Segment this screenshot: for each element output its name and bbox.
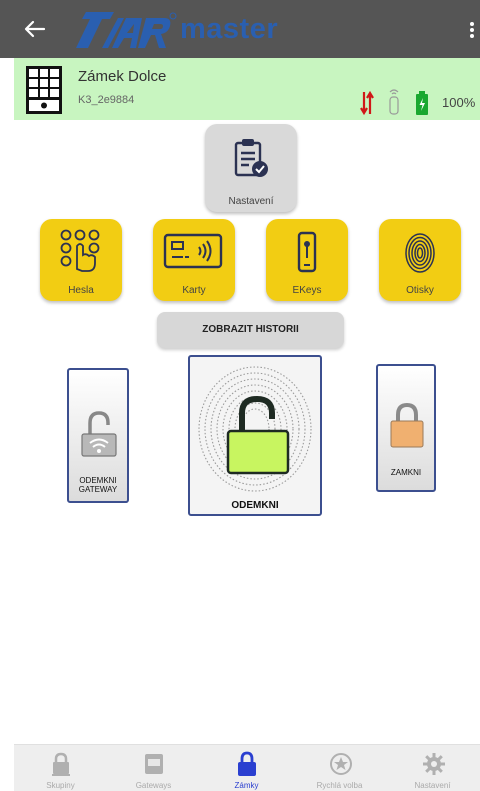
- nav-settings[interactable]: Nastavení: [386, 745, 479, 791]
- ekey-icon: [297, 231, 317, 273]
- app-logo-text: master: [180, 13, 279, 45]
- nav-quick-select-label: Rychlá volba: [316, 781, 363, 790]
- padlock-icon: [390, 402, 424, 448]
- lock-status-bar[interactable]: Zámek Dolce K3_2e9884 100%: [14, 58, 480, 120]
- nav-locks[interactable]: Zámky: [200, 745, 293, 791]
- lock-name: Zámek Dolce: [78, 68, 167, 85]
- signal-arrows-icon: [360, 90, 374, 116]
- gateway-icon: [145, 754, 163, 774]
- nav-groups[interactable]: Skupiny: [14, 745, 107, 791]
- nav-quick-select[interactable]: Rychlá volba: [293, 745, 386, 791]
- wifi-padlock-icon: [81, 411, 117, 457]
- fingerprints-tile[interactable]: Otisky: [379, 219, 461, 301]
- passwords-tile[interactable]: Hesla: [40, 219, 122, 301]
- gear-icon: [423, 753, 445, 775]
- more-vert-icon[interactable]: [458, 14, 478, 44]
- cards-tile[interactable]: Karty: [153, 219, 235, 301]
- settings-tile[interactable]: Nastavení: [205, 124, 297, 212]
- rfid-card-icon: [163, 233, 223, 269]
- unlock-button[interactable]: ODEMKNI: [188, 355, 322, 516]
- nav-settings-label: Nastavení: [414, 781, 451, 790]
- nav-gateways-label: Gateways: [135, 781, 172, 790]
- lock-id: K3_2e9884: [78, 94, 135, 106]
- ekeys-label: EKeys: [292, 285, 322, 296]
- show-history-button[interactable]: ZOBRAZIT HISTORII: [157, 312, 344, 348]
- nav-locks-label: Zámky: [234, 781, 259, 790]
- open-padlock-icon: [226, 395, 290, 475]
- settings-label: Nastavení: [228, 196, 274, 207]
- gateway-unlock-label-1: ODEMKNI: [79, 476, 117, 485]
- lock-icon: [238, 751, 256, 776]
- passwords-label: Hesla: [68, 285, 94, 296]
- battery-percent: 100%: [442, 95, 476, 110]
- fingerprint-icon: [405, 233, 435, 273]
- gateway-device-icon: [389, 89, 399, 115]
- app-bar: master: [0, 0, 480, 58]
- cards-label: Karty: [182, 285, 206, 296]
- lock-device-icon: [26, 66, 62, 114]
- lock-button[interactable]: ZAMKNI: [376, 364, 436, 492]
- battery-icon: [416, 91, 428, 115]
- clipboard-check-icon: [234, 139, 268, 177]
- back-arrow-icon[interactable]: [20, 14, 50, 44]
- star-quick-icon: [330, 753, 352, 775]
- gateway-unlock-label-2: GATEWAY: [78, 485, 118, 494]
- nav-groups-label: Skupiny: [46, 781, 75, 790]
- ekeys-tile[interactable]: EKeys: [266, 219, 348, 301]
- lock-label: ZAMKNI: [390, 468, 422, 477]
- keypad-icon: [60, 229, 100, 272]
- unlock-label: ODEMKNI: [231, 500, 279, 511]
- groups-lock-icon: [52, 752, 70, 776]
- fingerprints-label: Otisky: [406, 285, 434, 296]
- gateway-unlock-button[interactable]: ODEMKNI GATEWAY: [67, 368, 129, 503]
- bottom-nav: Skupiny Gateways Zámky Rychlá volba Nast…: [14, 744, 480, 791]
- nav-gateways[interactable]: Gateways: [107, 745, 200, 791]
